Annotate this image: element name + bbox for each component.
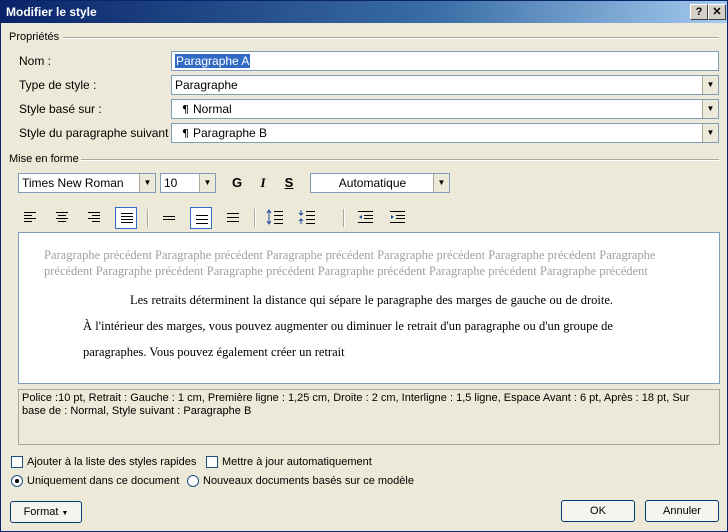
font-size-select[interactable]: 10 ▼ [160, 173, 216, 193]
align-right-button[interactable] [83, 207, 105, 229]
space-after-button[interactable] [297, 207, 319, 229]
paragraph-mark-icon: ¶ [182, 127, 189, 140]
font-select[interactable]: Times New Roman ▼ [18, 173, 156, 193]
style-type-label: Type de style : [19, 78, 97, 92]
previous-paragraph-sample: Paragraphe précédent Paragraphe précéden… [44, 248, 656, 278]
chevron-down-icon: ▼ [702, 124, 718, 142]
paragraph-mark-icon: ¶ [182, 103, 189, 116]
single-spacing-button[interactable] [158, 207, 180, 229]
name-value: Paragraphe A [175, 54, 251, 68]
next-style-value: Paragraphe B [193, 126, 268, 140]
properties-divider [63, 37, 719, 39]
new-documents-label: Nouveaux documents basés sur ce modèle [203, 475, 414, 487]
next-style-select[interactable]: ¶ Paragraphe B ▼ [171, 123, 719, 143]
one-half-spacing-icon [196, 213, 208, 224]
only-this-document-radio[interactable] [11, 475, 23, 487]
next-style-label: Style du paragraphe suivant : [19, 126, 176, 140]
chevron-down-icon: ▼ [702, 100, 718, 118]
double-spacing-button[interactable] [222, 207, 244, 229]
align-left-icon [24, 212, 36, 223]
double-spacing-icon [227, 212, 239, 223]
font-color-select[interactable]: Automatique ▼ [310, 173, 450, 193]
ok-button[interactable]: OK [561, 500, 635, 522]
italic-button[interactable]: I [255, 173, 271, 193]
space-before-button[interactable] [265, 207, 287, 229]
justify-icon [121, 213, 133, 224]
style-description: Police :10 pt, Retrait : Gauche : 1 cm, … [18, 389, 720, 445]
formatting-section-label: Mise en forme [9, 153, 79, 165]
justify-button[interactable] [115, 207, 137, 229]
increase-indent-button[interactable] [387, 207, 409, 229]
dialog-title: Modifier le style [6, 5, 97, 19]
font-color-value: Automatique [338, 176, 407, 190]
align-center-button[interactable] [51, 207, 73, 229]
space-after-icon [298, 210, 315, 224]
chevron-down-icon: ▼ [139, 174, 155, 192]
style-preview-pane: Paragraphe précédent Paragraphe précéden… [18, 232, 720, 384]
bold-button[interactable]: G [229, 173, 245, 193]
auto-update-label: Mettre à jour automatiquement [222, 456, 372, 468]
style-type-select[interactable]: Paragraphe ▼ [171, 75, 719, 95]
align-left-button[interactable] [19, 207, 41, 229]
close-button[interactable]: ✕ [708, 4, 726, 20]
cancel-button[interactable]: Annuler [645, 500, 719, 522]
chevron-down-icon: ▼ [433, 174, 449, 192]
formatting-divider [81, 159, 719, 161]
chevron-down-icon: ▼ [199, 174, 215, 192]
toolbar-separator [343, 209, 345, 227]
title-bar: Modifier le style ? ✕ [1, 1, 727, 23]
font-value: Times New Roman [22, 176, 124, 190]
format-menu-button[interactable]: Format ▼ [10, 501, 82, 523]
single-spacing-icon [163, 212, 175, 223]
name-label: Nom : [19, 54, 52, 68]
one-half-spacing-button[interactable] [190, 207, 212, 229]
only-this-document-label: Uniquement dans ce document [27, 475, 180, 487]
add-to-quick-styles-label: Ajouter à la liste des styles rapides [27, 456, 197, 468]
align-right-icon [88, 212, 100, 223]
sample-paragraph: Les retraits déterminent la distance qui… [83, 287, 613, 365]
align-center-icon [56, 212, 68, 223]
chevron-down-icon: ▼ [702, 76, 718, 94]
dropdown-arrow-icon: ▼ [61, 510, 69, 517]
toolbar-separator [147, 209, 149, 227]
toolbar-separator [254, 209, 256, 227]
help-button[interactable]: ? [690, 4, 708, 20]
modify-style-dialog: Modifier le style ? ✕ Propriétés Nom : P… [0, 0, 728, 532]
properties-section-label: Propriétés [9, 31, 60, 43]
decrease-indent-button[interactable] [355, 207, 377, 229]
based-on-value: Normal [193, 102, 232, 116]
based-on-select[interactable]: ¶ Normal ▼ [171, 99, 719, 119]
new-documents-radio[interactable] [187, 475, 199, 487]
auto-update-checkbox[interactable] [206, 456, 218, 468]
space-before-icon [266, 209, 283, 225]
sample-paragraph-text: Les retraits déterminent la distance qui… [83, 293, 613, 359]
decrease-indent-icon [358, 211, 373, 223]
style-type-value: Paragraphe [175, 78, 238, 92]
add-to-quick-styles-checkbox[interactable] [11, 456, 23, 468]
based-on-label: Style basé sur : [19, 102, 102, 116]
name-field[interactable]: Paragraphe A [171, 51, 719, 71]
increase-indent-icon [390, 211, 405, 223]
underline-button[interactable]: S [281, 173, 297, 193]
format-button-label: Format [23, 506, 59, 518]
font-size-value: 10 [164, 176, 178, 190]
